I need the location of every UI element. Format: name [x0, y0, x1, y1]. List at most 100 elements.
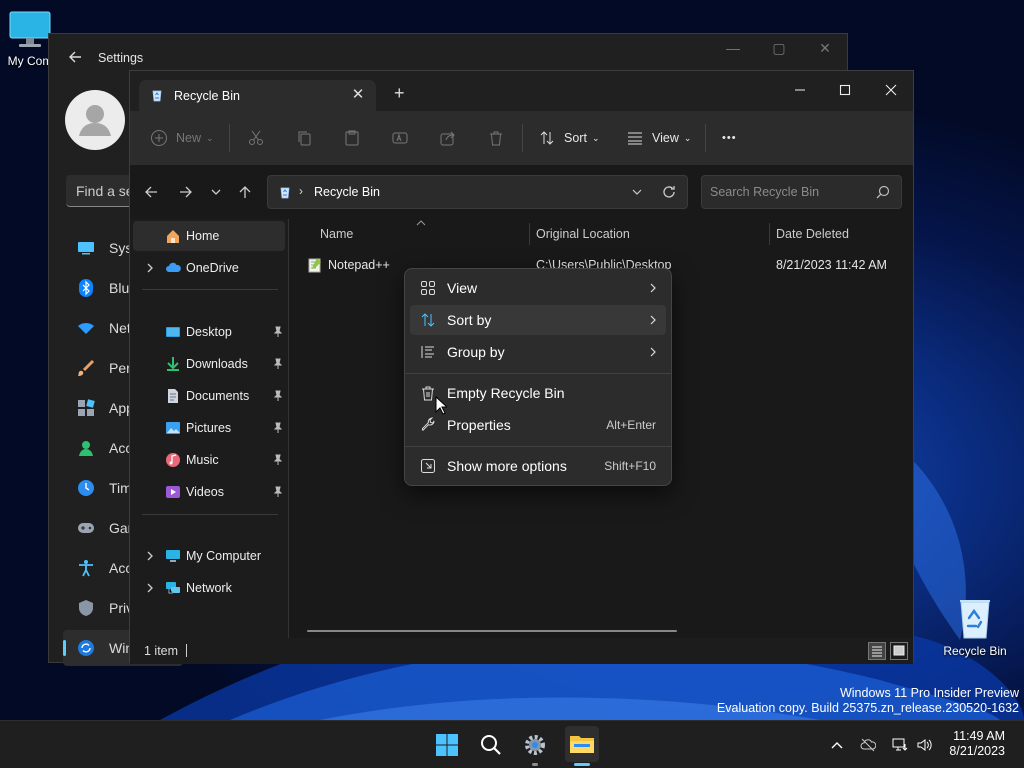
settings-minimize-button[interactable]: —: [719, 40, 747, 62]
home-icon: [167, 230, 179, 243]
sort-arrows-icon: [540, 131, 554, 145]
pin-icon[interactable]: [272, 422, 284, 434]
paste-button[interactable]: [344, 128, 360, 148]
new-button[interactable]: New ⌄: [150, 128, 214, 148]
nav-item-network[interactable]: Network: [133, 573, 285, 603]
maximize-button[interactable]: [822, 75, 868, 105]
chevron-down-icon: [211, 189, 221, 195]
sort-arrows-icon: [421, 313, 435, 327]
menu-item-show-more-options[interactable]: Show more options Shift+F10: [410, 451, 666, 481]
details-view-icon: [872, 646, 882, 657]
see-more-button[interactable]: •••: [722, 128, 737, 148]
chevron-up-icon[interactable]: [829, 737, 845, 753]
search-input[interactable]: [702, 176, 872, 208]
back-arrow-icon[interactable]: [65, 47, 85, 67]
details-view-button[interactable]: [868, 642, 886, 660]
column-header-original-location[interactable]: Original Location: [536, 227, 630, 241]
chevron-right-icon[interactable]: [145, 262, 155, 274]
settings-close-button[interactable]: ✕: [811, 40, 839, 62]
settings-maximize-button[interactable]: ▢: [765, 40, 793, 62]
search-icon[interactable]: [876, 185, 890, 199]
time-language-icon: [75, 477, 97, 499]
nav-item-music[interactable]: Music: [133, 445, 285, 475]
menu-item-view[interactable]: View: [410, 273, 666, 303]
rename-button[interactable]: [392, 128, 408, 148]
start-button[interactable]: [433, 731, 461, 759]
shortcut-label: Shift+F10: [604, 459, 656, 473]
menu-item-properties[interactable]: Properties Alt+Enter: [410, 410, 666, 440]
sort-button[interactable]: Sort ⌄: [539, 128, 599, 148]
mouse-cursor-icon: [435, 396, 447, 415]
nav-item-videos[interactable]: Videos: [133, 477, 285, 507]
forward-button[interactable]: [177, 183, 195, 201]
close-button[interactable]: [868, 75, 914, 105]
address-bar[interactable]: › Recycle Bin: [267, 175, 688, 209]
pin-icon[interactable]: [272, 326, 284, 338]
speaker-icon[interactable]: [916, 737, 932, 753]
network-monitor-icon[interactable]: [892, 737, 908, 753]
more-options-icon: [421, 459, 435, 473]
tab-recycle-bin[interactable]: Recycle Bin ✕: [139, 80, 376, 111]
nav-item-home[interactable]: Home: [133, 221, 285, 251]
column-header-name[interactable]: Name: [320, 227, 353, 241]
column-divider[interactable]: [769, 223, 770, 245]
menu-separator: [405, 373, 671, 374]
notepad-plus-plus-icon: [308, 258, 321, 273]
recycle-bin-icon: [960, 600, 990, 639]
monitor-icon: [9, 11, 51, 47]
system-icon: [75, 237, 97, 259]
system-clock[interactable]: 11:49 AM 8/21/2023: [949, 729, 1005, 759]
large-icons-view-button[interactable]: [890, 642, 908, 660]
search-taskbar-button[interactable]: [477, 731, 505, 759]
column-divider[interactable]: [529, 223, 530, 245]
refresh-icon[interactable]: [661, 184, 677, 200]
file-explorer-taskbar-button[interactable]: [565, 726, 599, 762]
avatar[interactable]: [65, 90, 125, 150]
pin-icon[interactable]: [272, 454, 284, 466]
privacy-shield-icon: [75, 597, 97, 619]
onedrive-offline-icon[interactable]: [860, 737, 876, 753]
pin-icon[interactable]: [272, 390, 284, 402]
menu-item-group-by[interactable]: Group by: [410, 337, 666, 367]
breadcrumb-recycle-bin[interactable]: Recycle Bin: [314, 185, 380, 199]
desktop-icon-recycle-bin[interactable]: Recycle Bin: [940, 596, 1010, 658]
pin-icon[interactable]: [272, 358, 284, 370]
cut-button[interactable]: [248, 128, 264, 148]
nav-item-onedrive[interactable]: OneDrive: [133, 253, 285, 283]
arrow-right-icon: [180, 186, 192, 198]
nav-item-downloads[interactable]: Downloads: [133, 349, 285, 379]
menu-item-sort-by[interactable]: Sort by: [410, 305, 666, 335]
nav-item-pictures[interactable]: Pictures: [133, 413, 285, 443]
nav-item-desktop[interactable]: Desktop: [133, 317, 285, 347]
chevron-right-icon[interactable]: [145, 582, 155, 594]
horizontal-scrollbar[interactable]: [307, 630, 677, 632]
chevron-down-icon: ⌄: [591, 132, 600, 143]
pin-icon[interactable]: [272, 486, 284, 498]
nav-item-documents[interactable]: Documents: [133, 381, 285, 411]
copy-icon: [298, 131, 311, 146]
user-silhouette-icon: [79, 105, 111, 136]
settings-taskbar-button[interactable]: [521, 731, 549, 759]
tab-bar: Recycle Bin ✕ +: [130, 71, 913, 111]
address-row: › Recycle Bin: [130, 165, 913, 219]
delete-button[interactable]: [488, 128, 504, 148]
tab-close-button[interactable]: ✕: [350, 87, 366, 103]
recent-locations-button[interactable]: [207, 183, 225, 201]
back-button[interactable]: [142, 183, 160, 201]
nav-item-my-computer[interactable]: My Computer: [133, 541, 285, 571]
copy-button[interactable]: [296, 128, 312, 148]
share-button[interactable]: [440, 128, 456, 148]
view-button[interactable]: View ⌄: [627, 128, 691, 148]
nav-divider: [142, 289, 278, 290]
search-box[interactable]: [701, 175, 902, 209]
new-tab-button[interactable]: +: [394, 84, 405, 102]
item-count: 1 item: [144, 644, 179, 658]
minimize-button[interactable]: [777, 75, 823, 105]
chevron-down-icon: ⌄: [683, 132, 692, 143]
menu-item-empty-recycle-bin[interactable]: Empty Recycle Bin: [410, 378, 666, 408]
chevron-down-icon[interactable]: [630, 185, 644, 199]
taskbar: 11:49 AM 8/21/2023: [0, 720, 1024, 768]
column-header-date-deleted[interactable]: Date Deleted: [776, 227, 849, 241]
chevron-right-icon[interactable]: [145, 550, 155, 562]
up-button[interactable]: [236, 183, 254, 201]
